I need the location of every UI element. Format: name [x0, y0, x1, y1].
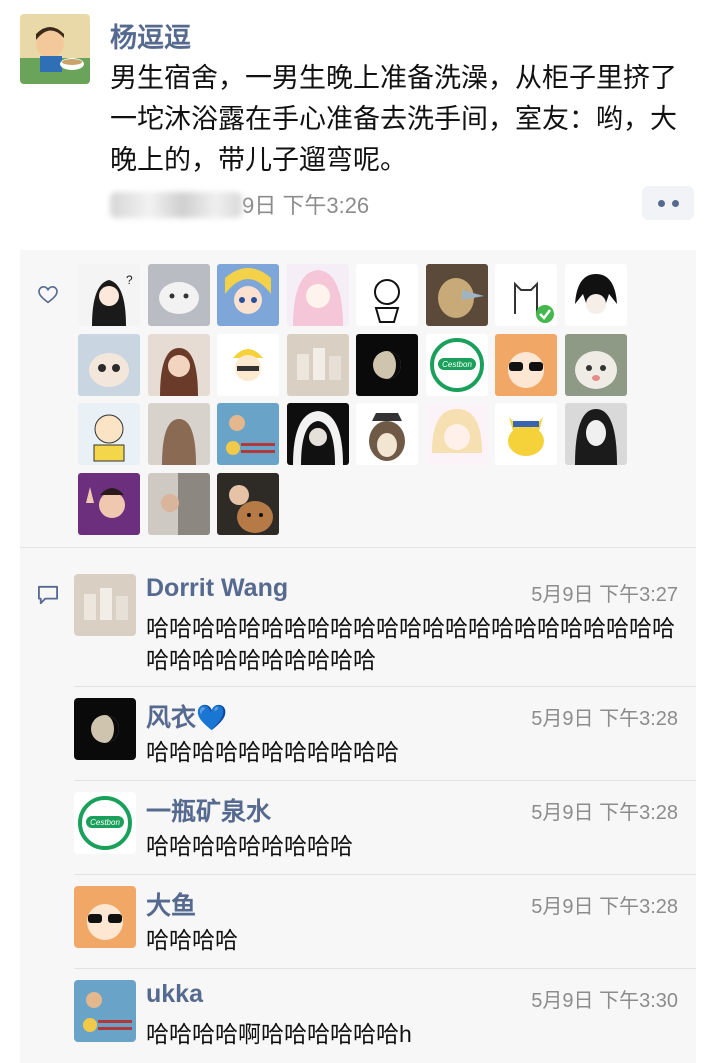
comment-item[interactable]: ukka 5月9日 下午3:30 哈哈哈哈啊哈哈哈哈哈哈h [74, 980, 694, 1063]
avatar-long-hair-sketch[interactable] [564, 403, 627, 465]
comment-divider [74, 874, 696, 875]
commenter-avatar[interactable] [74, 886, 136, 948]
post-author-avatar[interactable] [20, 14, 90, 84]
blue-heart-emoji: 💙 [196, 704, 228, 732]
svg-text:Cestbon: Cestbon [442, 360, 472, 369]
post-text: 男生宿舍，一男生晚上准备洗澡，从柜子里挤了一坨沐浴露在手心准备去洗手间，室友：哟… [110, 63, 677, 175]
avatar-anime-girl-blonde[interactable] [425, 403, 488, 465]
comment-icon [38, 585, 58, 605]
avatar-cat-photo[interactable] [564, 333, 627, 396]
avatar-anime-fox-boy[interactable] [564, 264, 627, 326]
comment-divider [74, 968, 696, 969]
commenter-name[interactable]: 大鱼 [146, 886, 196, 922]
avatar-girl-question[interactable]: ? [78, 264, 140, 326]
commenter-avatar[interactable] [74, 574, 136, 636]
avatar-moon[interactable] [356, 333, 418, 396]
avatar-door-man[interactable] [147, 472, 210, 535]
comment-timestamp: 5月9日 下午3:28 [531, 708, 678, 730]
avatar-guy-peace-sign[interactable] [78, 472, 140, 535]
svg-text:Cestbon: Cestbon [90, 818, 120, 827]
more-dot-icon [671, 199, 679, 207]
avatar-cartoon-baby-hat[interactable] [217, 333, 279, 396]
avatar-bear-doodle[interactable] [356, 264, 418, 326]
avatar-girl-back[interactable] [147, 403, 210, 465]
avatar-girl-eating[interactable] [147, 333, 210, 396]
avatar-kitten[interactable] [78, 333, 140, 396]
comment-text: 哈哈哈哈 [146, 927, 238, 953]
more-dot-icon [657, 199, 665, 207]
avatar-sailor-moon[interactable] [217, 264, 279, 326]
commenter-name[interactable]: ukka [146, 980, 203, 1009]
comment-item[interactable]: 风衣💙 5月9日 下午3:28 哈哈哈哈哈哈哈哈哈哈哈 [74, 698, 694, 786]
comment-timestamp: 5月9日 下午3:28 [531, 802, 678, 824]
avatar-man-with-dog[interactable] [217, 472, 279, 535]
comment-timestamp: 5月9日 下午3:30 [531, 990, 678, 1012]
avatar-woman-portrait[interactable] [286, 403, 349, 465]
avatar-white-cat-toy[interactable] [147, 264, 210, 326]
avatar-mouse-pattern[interactable] [217, 403, 279, 465]
avatar-charlie-brown[interactable] [78, 403, 140, 465]
comment-timestamp: 5月9日 下午3:27 [531, 584, 678, 606]
comment-item[interactable]: 大鱼 5月9日 下午3:28 哈哈哈哈 [74, 886, 694, 974]
avatar-penguin-hat[interactable] [356, 403, 418, 465]
heart-outline-icon [38, 286, 58, 304]
avatar-glass-cups[interactable] [286, 333, 349, 396]
comment-text: 哈哈哈哈哈哈哈哈哈哈哈哈哈哈哈哈哈哈哈哈哈哈哈哈哈哈哈哈哈哈哈哈哈 [146, 615, 675, 673]
comment-text: 哈哈哈哈哈哈哈哈哈哈哈 [146, 739, 399, 765]
commenter-name[interactable]: Dorrit Wang [146, 574, 288, 603]
likes-area: ? Cestbon [20, 250, 696, 548]
comment-text: 哈哈哈哈啊哈哈哈哈哈哈h [146, 1021, 412, 1047]
comment-text: 哈哈哈哈哈哈哈哈哈 [146, 833, 353, 859]
comment-item[interactable]: Cestbon 一瓶矿泉水 5月9日 下午3:28 哈哈哈哈哈哈哈哈哈 [74, 792, 694, 880]
avatar-pikachu[interactable] [495, 403, 557, 465]
avatar-umaru-sunglasses[interactable] [495, 333, 557, 396]
comment-divider [74, 780, 696, 781]
avatar-anime-pink-hair[interactable] [286, 264, 349, 326]
comment-timestamp: 5月9日 下午3:28 [531, 896, 678, 918]
commenter-avatar[interactable] [74, 980, 136, 1042]
blurred-date [110, 192, 242, 218]
interaction-panel: ? Cestbon Dorrit Wang 5月9日 下午3:27 哈哈哈哈哈哈哈哈哈… [20, 250, 696, 1063]
post-author-name[interactable]: 杨逗逗 [110, 16, 191, 55]
avatar-cat-doodle-verified[interactable] [495, 264, 557, 326]
more-actions-button[interactable] [642, 186, 694, 220]
commenter-avatar[interactable]: Cestbon [74, 792, 136, 854]
post-timestamp: 9日 下午3:26 [110, 188, 369, 220]
comment-item[interactable]: Dorrit Wang 5月9日 下午3:27 哈哈哈哈哈哈哈哈哈哈哈哈哈哈哈哈哈哈… [74, 574, 694, 686]
comment-divider [74, 686, 696, 687]
avatar-cestbon-logo[interactable]: Cestbon [425, 333, 488, 396]
svg-text:?: ? [126, 273, 133, 287]
commenter-name[interactable]: 风衣💙 [146, 698, 227, 734]
commenter-avatar[interactable] [74, 698, 136, 760]
avatar-bird[interactable] [425, 264, 488, 326]
commenter-name[interactable]: 一瓶矿泉水 [146, 792, 271, 828]
